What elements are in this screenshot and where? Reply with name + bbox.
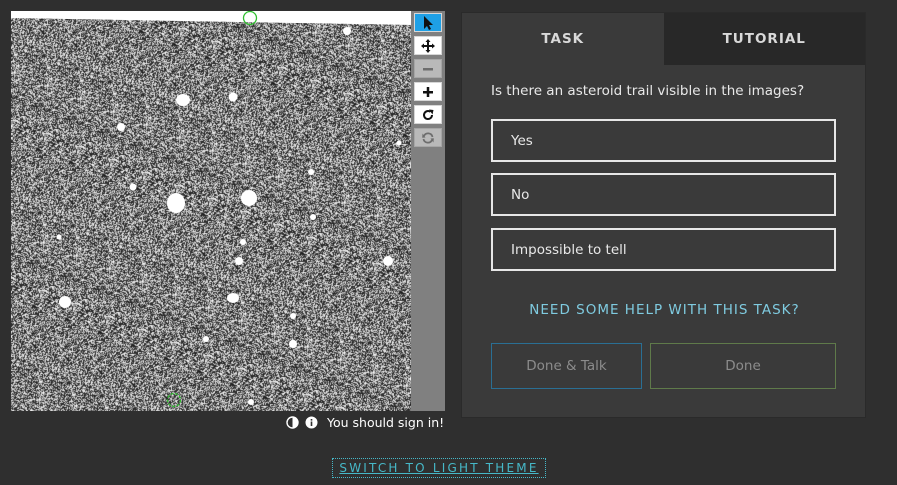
zoom-out-tool-button[interactable]	[414, 59, 442, 78]
stars	[56, 27, 402, 405]
done-button[interactable]: Done	[650, 343, 836, 389]
contrast-icon[interactable]	[286, 415, 299, 429]
star	[310, 214, 316, 220]
star	[396, 140, 402, 146]
pointer-tool-button[interactable]	[414, 13, 442, 32]
task-help-link[interactable]: NEED SOME HELP WITH THIS TASK?	[462, 302, 867, 318]
cursor-arrow-icon	[424, 15, 433, 30]
star	[176, 94, 190, 106]
plus-icon	[423, 86, 433, 97]
reset-tool-button[interactable]	[414, 128, 442, 147]
star	[129, 183, 137, 191]
star	[235, 257, 243, 265]
star	[56, 234, 62, 240]
image-edge-band	[11, 11, 411, 25]
viewer-overlay	[11, 11, 411, 408]
task-question: Is there an asteroid trail visible in th…	[491, 83, 805, 99]
minus-icon	[423, 67, 433, 70]
zoom-in-tool-button[interactable]	[414, 82, 442, 101]
star	[383, 256, 393, 266]
star	[228, 92, 238, 102]
sign-in-message[interactable]: You should sign in!	[327, 415, 444, 430]
star	[343, 27, 351, 35]
answer-yes-button[interactable]: Yes	[491, 119, 836, 162]
task-panel: TASK TUTORIAL Is there an asteroid trail…	[461, 12, 866, 418]
star	[203, 336, 209, 342]
rotate-icon	[423, 109, 434, 120]
star	[289, 340, 297, 348]
star	[308, 169, 314, 175]
star	[167, 193, 185, 213]
refresh-icon	[422, 131, 434, 144]
task-tabs: TASK TUTORIAL	[462, 13, 865, 65]
star	[227, 293, 239, 303]
info-icon[interactable]	[305, 416, 318, 429]
star	[290, 313, 296, 319]
marker-circle-bottom[interactable]	[166, 392, 182, 408]
rotate-tool-button[interactable]	[414, 105, 442, 124]
move-arrows-icon	[421, 38, 435, 53]
viewer-toolbar	[411, 11, 445, 411]
star	[248, 399, 254, 405]
star	[117, 123, 125, 131]
tab-task[interactable]: TASK	[462, 13, 664, 65]
viewer-footer: You should sign in!	[286, 413, 444, 431]
star	[241, 190, 257, 206]
answer-no-button[interactable]: No	[491, 173, 836, 216]
subject-image-viewer[interactable]	[11, 11, 411, 411]
switch-theme-link[interactable]: SWITCH TO LIGHT THEME	[332, 458, 546, 478]
star	[240, 239, 246, 245]
star	[59, 296, 71, 308]
pan-tool-button[interactable]	[414, 36, 442, 55]
tab-tutorial[interactable]: TUTORIAL	[663, 13, 865, 65]
answer-impossible-button[interactable]: Impossible to tell	[491, 228, 836, 271]
asteroid-trail	[215, 40, 260, 262]
done-and-talk-button[interactable]: Done & Talk	[491, 343, 642, 389]
